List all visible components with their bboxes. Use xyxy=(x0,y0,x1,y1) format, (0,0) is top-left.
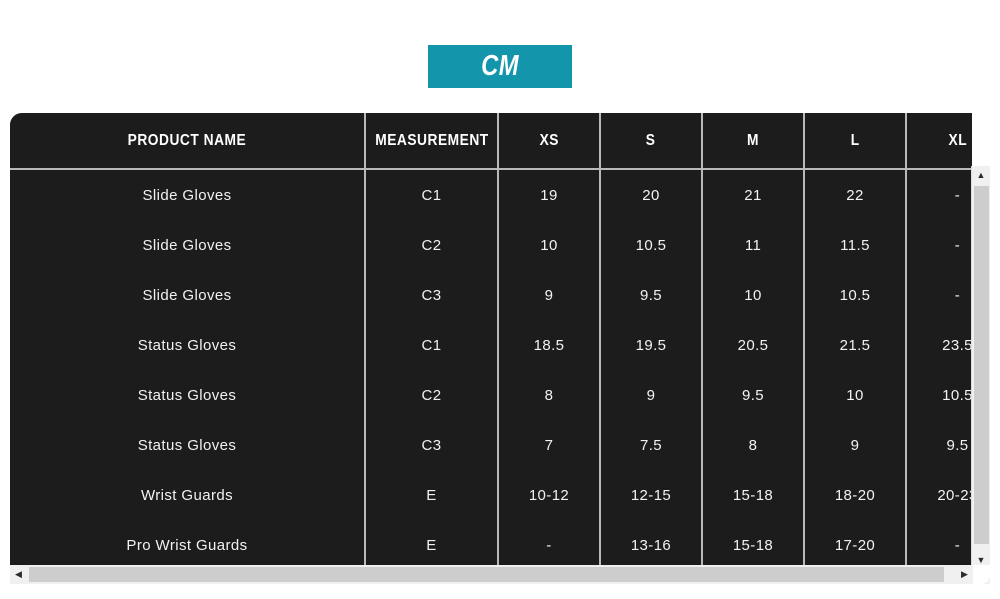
table-row: Slide Gloves C2 10 10.5 11 11.5 - xyxy=(10,220,972,270)
cell-m: 21 xyxy=(702,169,805,220)
column-header-s[interactable]: S xyxy=(600,113,703,170)
cell-measurement: C3 xyxy=(365,270,499,320)
size-chart-table: PRODUCT NAME MEASUREMENT XS S M L XL Sli… xyxy=(10,113,972,568)
column-header-m[interactable]: M xyxy=(702,113,805,170)
cell-s: 10.5 xyxy=(600,220,703,270)
cell-xs: - xyxy=(498,520,601,568)
cell-m: 9.5 xyxy=(702,370,805,420)
cell-measurement: E xyxy=(365,470,499,520)
cell-product: Slide Gloves xyxy=(10,169,366,220)
cell-s: 7.5 xyxy=(600,420,703,470)
column-header-xl-label: XL xyxy=(948,131,967,149)
scrollbar-corner xyxy=(973,565,990,584)
cell-s: 19.5 xyxy=(600,320,703,370)
cell-l: 11.5 xyxy=(804,220,907,270)
scroll-left-arrow-icon[interactable]: ◀ xyxy=(10,565,27,584)
cell-xl: 10.5 xyxy=(906,370,972,420)
table-header: PRODUCT NAME MEASUREMENT XS S M L XL xyxy=(10,113,972,170)
cell-product: Status Gloves xyxy=(10,370,366,420)
scroll-right-arrow-icon[interactable]: ▶ xyxy=(956,565,973,584)
cell-xs: 19 xyxy=(498,169,601,220)
cell-m: 10 xyxy=(702,270,805,320)
cell-l: 21.5 xyxy=(804,320,907,370)
cell-s: 9 xyxy=(600,370,703,420)
table-row: Wrist Guards E 10-12 12-15 15-18 18-20 2… xyxy=(10,470,972,520)
cell-xl: - xyxy=(906,270,972,320)
cell-measurement: C2 xyxy=(365,220,499,270)
cell-xl: 20-23 xyxy=(906,470,972,520)
cell-xl: 23.5 xyxy=(906,320,972,370)
cell-l: 9 xyxy=(804,420,907,470)
column-header-product-name[interactable]: PRODUCT NAME xyxy=(10,113,366,170)
cell-l: 10.5 xyxy=(804,270,907,320)
cell-measurement: C1 xyxy=(365,320,499,370)
table-body: Slide Gloves C1 19 20 21 22 - Slide Glov… xyxy=(10,169,972,568)
cell-m: 15-18 xyxy=(702,520,805,568)
column-header-xs-label: XS xyxy=(539,131,559,149)
cell-measurement: C3 xyxy=(365,420,499,470)
table-row: Slide Gloves C1 19 20 21 22 - xyxy=(10,169,972,220)
cell-product: Wrist Guards xyxy=(10,470,366,520)
cell-xl: - xyxy=(906,169,972,220)
cell-m: 15-18 xyxy=(702,470,805,520)
horizontal-scrollbar-thumb[interactable] xyxy=(29,567,944,582)
cell-xl: - xyxy=(906,520,972,568)
cell-measurement: C2 xyxy=(365,370,499,420)
cell-xs: 7 xyxy=(498,420,601,470)
unit-tab-row: CM xyxy=(0,45,1000,88)
cell-s: 12-15 xyxy=(600,470,703,520)
column-header-xl[interactable]: XL xyxy=(906,113,972,170)
cell-xs: 10 xyxy=(498,220,601,270)
cell-product: Slide Gloves xyxy=(10,270,366,320)
cell-xl: 9.5 xyxy=(906,420,972,470)
cell-s: 9.5 xyxy=(600,270,703,320)
cell-m: 20.5 xyxy=(702,320,805,370)
vertical-scrollbar-thumb[interactable] xyxy=(974,186,989,544)
column-header-s-label: S xyxy=(646,131,656,149)
cell-xs: 10-12 xyxy=(498,470,601,520)
cell-product: Status Gloves xyxy=(10,420,366,470)
cell-s: 13-16 xyxy=(600,520,703,568)
scroll-up-arrow-icon[interactable]: ▲ xyxy=(972,166,990,183)
column-header-xs[interactable]: XS xyxy=(498,113,601,170)
cell-xl: - xyxy=(906,220,972,270)
table-row: Pro Wrist Guards E - 13-16 15-18 17-20 - xyxy=(10,520,972,568)
column-header-measurement-label: MEASUREMENT xyxy=(375,131,489,149)
column-header-measurement[interactable]: MEASUREMENT xyxy=(365,113,499,170)
cell-product: Status Gloves xyxy=(10,320,366,370)
cell-s: 20 xyxy=(600,169,703,220)
cell-l: 18-20 xyxy=(804,470,907,520)
cell-m: 11 xyxy=(702,220,805,270)
cell-xs: 8 xyxy=(498,370,601,420)
cell-xs: 18.5 xyxy=(498,320,601,370)
horizontal-scrollbar[interactable]: ◀ ▶ xyxy=(10,565,990,584)
column-header-l[interactable]: L xyxy=(804,113,907,170)
column-header-product-name-label: PRODUCT NAME xyxy=(127,131,247,149)
cell-product: Pro Wrist Guards xyxy=(10,520,366,568)
cell-measurement: E xyxy=(365,520,499,568)
cell-l: 22 xyxy=(804,169,907,220)
table-row: Status Gloves C2 8 9 9.5 10 10.5 xyxy=(10,370,972,420)
column-header-l-label: L xyxy=(850,131,860,149)
cell-m: 8 xyxy=(702,420,805,470)
table-row: Status Gloves C3 7 7.5 8 9 9.5 xyxy=(10,420,972,470)
table-header-row: PRODUCT NAME MEASUREMENT XS S M L XL xyxy=(10,113,972,170)
table-scroll-viewport[interactable]: PRODUCT NAME MEASUREMENT XS S M L XL Sli… xyxy=(10,113,972,568)
cell-l: 17-20 xyxy=(804,520,907,568)
unit-tab-cm[interactable]: CM xyxy=(428,45,572,88)
table-row: Status Gloves C1 18.5 19.5 20.5 21.5 23.… xyxy=(10,320,972,370)
unit-tab-label: CM xyxy=(481,50,519,82)
cell-measurement: C1 xyxy=(365,169,499,220)
cell-xs: 9 xyxy=(498,270,601,320)
cell-product: Slide Gloves xyxy=(10,220,366,270)
vertical-scrollbar[interactable]: ▲ ▼ xyxy=(971,166,990,568)
cell-l: 10 xyxy=(804,370,907,420)
size-chart-panel: PRODUCT NAME MEASUREMENT XS S M L XL Sli… xyxy=(10,113,990,568)
column-header-m-label: M xyxy=(747,131,759,149)
table-row: Slide Gloves C3 9 9.5 10 10.5 - xyxy=(10,270,972,320)
